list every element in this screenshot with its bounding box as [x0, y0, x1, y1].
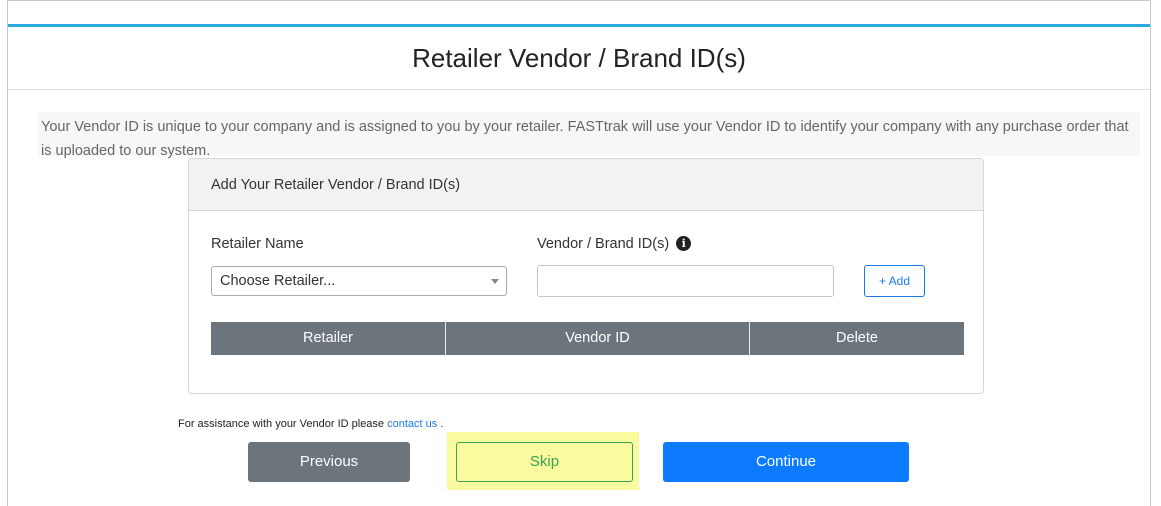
- card-header: Add Your Retailer Vendor / Brand ID(s): [189, 159, 983, 211]
- vendor-id-input[interactable]: [537, 265, 834, 297]
- skip-button[interactable]: Skip: [456, 442, 633, 482]
- column-header-vendor-id: Vendor ID: [446, 322, 750, 355]
- column-header-delete: Delete: [836, 330, 878, 346]
- assistance-label: For assistance with your Vendor ID pleas…: [178, 418, 385, 430]
- previous-button[interactable]: Previous: [248, 442, 410, 482]
- add-button[interactable]: + Add: [864, 265, 925, 297]
- column-header-retailer: Retailer: [211, 322, 446, 355]
- intro-text: Your Vendor ID is unique to your company…: [41, 119, 1129, 159]
- retailer-select[interactable]: Choose Retailer...: [211, 266, 507, 296]
- retailer-name-label: Retailer Name: [211, 236, 304, 252]
- info-circle-icon[interactable]: i: [676, 236, 692, 251]
- vendor-table-header: Retailer Vendor ID Delete: [211, 322, 964, 355]
- page-title: Retailer Vendor / Brand ID(s): [8, 27, 1150, 90]
- chevron-down-icon: [491, 279, 499, 284]
- vendor-id-label-text: Vendor / Brand ID(s): [537, 236, 670, 252]
- vendor-id-label: Vendor / Brand ID(s) i: [537, 236, 692, 252]
- assistance-text: For assistance with your Vendor ID pleas…: [178, 418, 443, 430]
- retailer-select-value: Choose Retailer...: [220, 273, 336, 289]
- page-frame: Retailer Vendor / Brand ID(s) Your Vendo…: [7, 0, 1151, 506]
- vendor-id-card: Add Your Retailer Vendor / Brand ID(s) R…: [188, 158, 984, 394]
- continue-button[interactable]: Continue: [663, 442, 909, 482]
- assistance-period: .: [440, 418, 444, 430]
- contact-us-link[interactable]: contact us: [387, 418, 437, 430]
